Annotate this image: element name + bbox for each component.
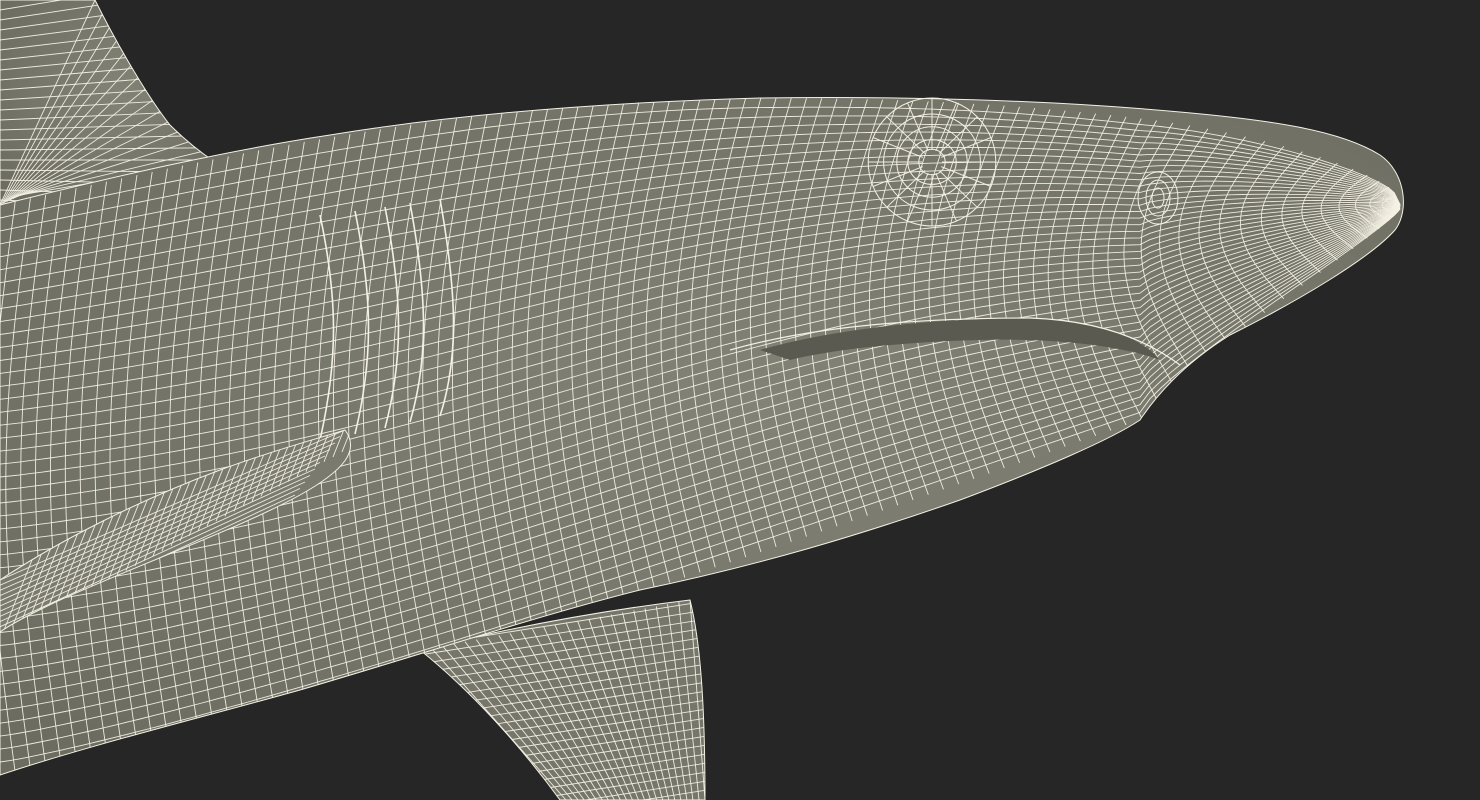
shark-wireframe-render [0, 0, 1404, 800]
3d-viewport[interactable] [0, 0, 1480, 800]
shark-body [0, 97, 1404, 776]
